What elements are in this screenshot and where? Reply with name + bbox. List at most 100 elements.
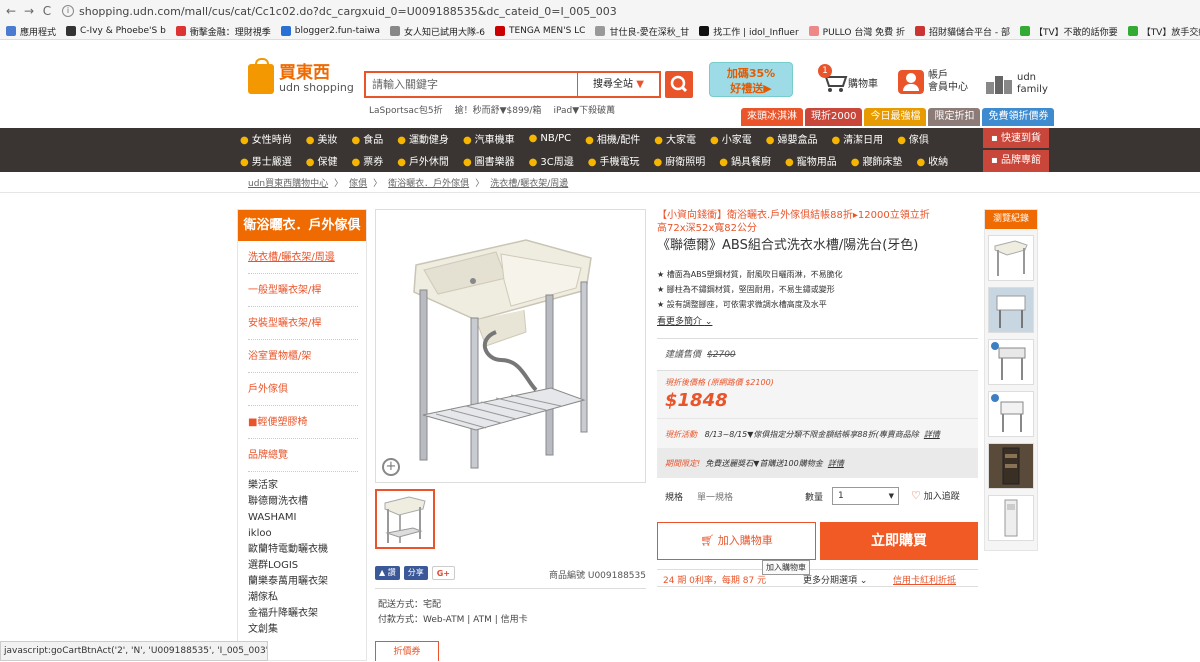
cart-link[interactable]: 1 購物車: [818, 64, 878, 97]
category-link[interactable]: ● 鍋具餐廚: [719, 153, 771, 168]
sidebar-category[interactable]: 安裝型曬衣架/桿: [248, 307, 358, 340]
category-link[interactable]: ● 清潔日用: [831, 131, 883, 146]
sidebar-brand[interactable]: 選群LOGIS: [248, 558, 366, 574]
hot-keyword[interactable]: 搶！秒而舒▼$899/箱: [455, 103, 542, 116]
hot-keyword[interactable]: iPad▼下殺破萬: [553, 103, 615, 116]
bookmark-item[interactable]: PULLO 台灣 免費 折: [808, 25, 905, 38]
promo-tab[interactable]: 免費領折價券: [982, 108, 1055, 126]
zoom-icon[interactable]: +: [382, 458, 400, 476]
buy-now-button[interactable]: 立即購買: [820, 522, 978, 560]
category-link[interactable]: ● 傢俱: [897, 131, 929, 146]
udn-family-link[interactable]: udn family: [986, 72, 1048, 96]
category-link[interactable]: ● 汽車機車: [463, 131, 515, 146]
bookmark-item[interactable]: 應用程式: [6, 25, 56, 38]
quick-delivery-link[interactable]: ▪ 快速到貨: [983, 128, 1049, 149]
credit-card-link[interactable]: 信用卡紅利折抵: [893, 573, 956, 586]
category-link[interactable]: ● 票券: [351, 153, 383, 168]
sidebar-brand[interactable]: 蘭樂泰萬用曬衣架: [248, 574, 366, 590]
category-link[interactable]: ● 相機/配件: [585, 131, 640, 146]
category-link[interactable]: ● 大家電: [654, 131, 696, 146]
breadcrumb-current[interactable]: 洗衣槽/曬衣架/周邊: [490, 176, 568, 189]
sidebar-category[interactable]: 一般型曬衣架/桿: [248, 274, 358, 307]
sidebar-category[interactable]: 浴室置物櫃/架: [248, 340, 358, 373]
recent-item[interactable]: [988, 287, 1034, 333]
promo-tab[interactable]: 限定折扣: [928, 108, 981, 126]
search-button[interactable]: [665, 71, 693, 98]
category-link[interactable]: ● 保健: [306, 153, 338, 168]
category-link[interactable]: ● 食品: [351, 131, 383, 146]
product-main-image[interactable]: +: [375, 209, 646, 483]
coupon-tab[interactable]: 折價券: [375, 641, 439, 661]
category-link[interactable]: ● 美妝: [306, 131, 338, 146]
installment-more-link[interactable]: 更多分期選項 ⌄: [803, 573, 867, 586]
category-link[interactable]: ● 寵物用品: [785, 153, 837, 168]
add-to-cart-button[interactable]: 🛒︎ 加入購物車: [657, 522, 816, 560]
bookmark-item[interactable]: blogger2.fun-taiwa: [280, 26, 380, 36]
category-link[interactable]: ● 運動健身: [397, 131, 449, 146]
promo-tab[interactable]: 來頭冰淇淋: [741, 108, 803, 126]
fb-like-button[interactable]: ▲ 讚: [375, 566, 400, 580]
sidebar-brand[interactable]: WASHAMI: [248, 510, 366, 526]
breadcrumb-bath-outdoor[interactable]: 衛浴曬衣．戶外傢俱: [388, 176, 469, 189]
recent-item[interactable]: [988, 339, 1034, 385]
search-scope-select[interactable]: 搜尋全站 ▼: [577, 73, 659, 96]
bookmark-item[interactable]: 【TV】不敢的話你要: [1020, 25, 1118, 38]
sidebar-brand[interactable]: 文創集: [248, 622, 366, 638]
promo-tab[interactable]: 今日最強檔: [864, 108, 927, 126]
limit-detail-link[interactable]: 詳情: [828, 459, 844, 468]
sidebar-category[interactable]: 洗衣槽/曬衣架/周邊: [248, 241, 358, 274]
recent-item[interactable]: [988, 495, 1034, 541]
sidebar-brand[interactable]: 歐蘭特電動曬衣機: [248, 542, 366, 558]
bookmark-item[interactable]: 找工作 | idol_Influer: [699, 25, 799, 38]
breadcrumb-furniture[interactable]: 傢俱: [349, 176, 367, 189]
sidebar-brand[interactable]: 金福升降曬衣架: [248, 606, 366, 622]
sidebar-brand[interactable]: 樂活家: [248, 478, 366, 494]
forward-icon[interactable]: →: [22, 4, 36, 18]
hot-keyword[interactable]: LaSportsac包5折: [369, 103, 443, 116]
category-link[interactable]: ● 手機電玩: [588, 153, 640, 168]
address-bar[interactable]: i shopping.udn.com/mall/cus/cat/Cc1c02.d…: [62, 2, 1200, 20]
see-more-link[interactable]: 看更多簡介 ⌄: [657, 314, 977, 327]
breadcrumb-home[interactable]: udn買東西購物中心: [248, 176, 328, 189]
product-thumbnail[interactable]: [375, 489, 435, 549]
category-link[interactable]: ● 小家電: [710, 131, 752, 146]
category-link[interactable]: ● 寢飾床墊: [851, 153, 903, 168]
sidebar-brand[interactable]: ikloo: [248, 526, 366, 542]
bookmark-item[interactable]: 女人知已試用大隊-6: [390, 25, 485, 38]
category-link[interactable]: ● 廚衛照明: [654, 153, 706, 168]
promo-tab[interactable]: 現折2000: [805, 108, 863, 126]
category-link[interactable]: ● 圖書樂器: [463, 153, 515, 168]
site-logo[interactable]: 買東西 udn shopping: [248, 58, 354, 94]
category-link[interactable]: ● 男士嚴選: [240, 153, 292, 168]
back-icon[interactable]: ←: [4, 4, 18, 18]
category-link[interactable]: ● 女性時尚: [240, 131, 292, 146]
sidebar-brand[interactable]: 聯德爾洗衣槽: [248, 494, 366, 510]
category-link[interactable]: ● 婦嬰盒品: [766, 131, 818, 146]
sidebar-brand[interactable]: 潮傢私: [248, 590, 366, 606]
promo-text[interactable]: 【小資向錢衝】衛浴曬衣.戶外傢俱結帳88折▸12000立領立折 高72x深52x寬…: [657, 209, 977, 235]
category-link[interactable]: ● NB/PC: [529, 133, 571, 144]
recent-item[interactable]: [988, 391, 1034, 437]
bookmark-item[interactable]: 招財貓儲合平台 - 部: [915, 25, 1010, 38]
recent-item[interactable]: [988, 235, 1034, 281]
promo-banner[interactable]: 加碼35% 好禮送▶: [709, 62, 793, 97]
wishlist-link[interactable]: ♡ 加入追蹤: [911, 489, 960, 502]
bookmark-item[interactable]: 甘仕良-愛在深秋_甘: [595, 25, 689, 38]
category-link[interactable]: ● 3C周邊: [529, 153, 574, 168]
sidebar-category[interactable]: 品牌總覽: [248, 439, 358, 472]
category-link[interactable]: ● 收納: [916, 153, 948, 168]
bookmark-item[interactable]: C-Ivy & Phoebe'S b: [66, 26, 166, 36]
bookmark-item[interactable]: 衝擊金融：理財視季: [175, 25, 271, 38]
activity-detail-link[interactable]: 詳情: [924, 430, 940, 439]
info-icon[interactable]: i: [62, 5, 74, 17]
bookmark-item[interactable]: 【TV】放手交給她: [1127, 25, 1200, 38]
fb-share-button[interactable]: 分享: [403, 566, 428, 580]
qty-select[interactable]: 1 ▼: [832, 487, 899, 505]
member-link[interactable]: 帳戶 會員中心: [898, 70, 968, 94]
search-input[interactable]: 請輸入關鍵字: [366, 73, 577, 96]
sidebar-category[interactable]: ■輕便塑膠椅: [248, 406, 358, 439]
bookmark-item[interactable]: TENGA MEN'S LC: [495, 26, 585, 36]
category-link[interactable]: ● 戶外休閒: [397, 153, 449, 168]
brand-hall-link[interactable]: ▪ 品牌專館: [983, 150, 1049, 172]
reload-icon[interactable]: C: [40, 4, 54, 18]
